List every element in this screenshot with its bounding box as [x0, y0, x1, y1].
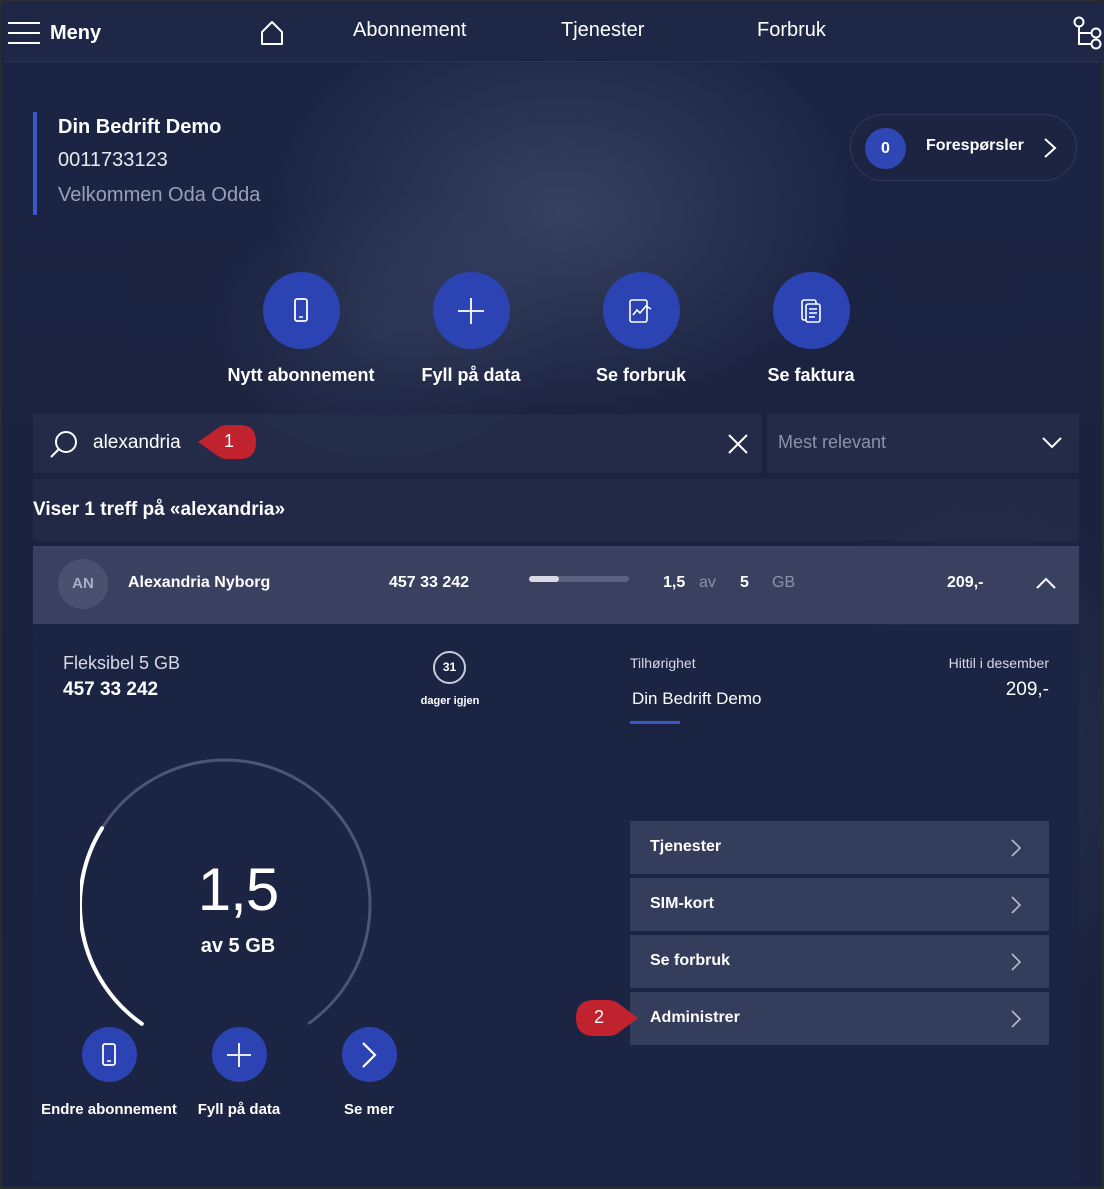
action-label: Fyll på data [197, 1101, 281, 1118]
menu-item-label: Se forbruk [650, 952, 731, 969]
chevron-right-icon [1011, 896, 1022, 914]
phone-icon [102, 1042, 116, 1066]
nav-link-forbruk[interactable]: Forbruk [757, 19, 826, 42]
subscription-detail-panel: Fleksibel 5 GB 457 33 242 31 dager igjen… [33, 625, 1079, 1181]
chevron-right-icon [1044, 138, 1057, 158]
invoice-icon [801, 298, 821, 323]
usage-total: 5 [740, 574, 749, 591]
subscriber-phone: 457 33 242 [389, 574, 470, 591]
sort-selected-value: Mest relevant [778, 432, 887, 452]
action-label: Se mer [343, 1101, 395, 1118]
quick-action-see-invoice[interactable]: Se faktura [711, 272, 911, 386]
menu-item-label: SIM-kort [650, 895, 714, 912]
chevron-up-icon[interactable] [1035, 576, 1057, 590]
usage-used: 1,5 [663, 574, 686, 591]
so-far-label: Hittil i desember [948, 655, 1049, 671]
quick-action-circle [772, 272, 850, 349]
usage-progress-bar [529, 576, 629, 582]
change-subscription-button[interactable]: Endre abonnement [34, 1027, 184, 1122]
sort-dropdown[interactable]: Mest relevant [767, 414, 1079, 473]
requests-button[interactable]: 0 Forespørsler [850, 114, 1077, 181]
chevron-right-icon [1011, 1010, 1022, 1028]
menu-item-administrer[interactable]: Administrer [630, 992, 1049, 1045]
requests-label: Forespørsler [926, 137, 1024, 154]
top-nav: Meny Abonnement Tjenester Forbruk [4, 4, 1104, 62]
search-icon [50, 431, 77, 458]
subscription-row[interactable]: AN Alexandria Nyborg 457 33 242 1,5 av 5… [33, 546, 1079, 624]
quick-action-circle [602, 272, 680, 349]
action-label: Endre abonnement [41, 1101, 177, 1118]
step-marker-number: 2 [594, 1007, 605, 1027]
menu-item-label: Administrer [650, 1009, 740, 1026]
phone-icon [294, 297, 308, 322]
menu-item-sim-kort[interactable]: SIM-kort [630, 878, 1049, 931]
chevron-right-icon [1011, 839, 1022, 857]
home-icon[interactable] [260, 20, 284, 46]
results-header: Viser 1 treff på «alexandria» [33, 479, 1079, 541]
belonging-underline [630, 721, 680, 724]
usage-chart-icon [629, 298, 652, 323]
menu-item-tjenester[interactable]: Tjenester [630, 821, 1049, 874]
days-left-badge: 31 [433, 651, 466, 684]
search-bar [33, 414, 762, 473]
menu-button[interactable]: Meny [8, 16, 101, 50]
plan-phone: 457 33 242 [63, 679, 159, 700]
app-frame: Meny Abonnement Tjenester Forbruk Din Be… [0, 0, 1104, 1189]
menu-label: Meny [50, 21, 102, 44]
days-left-label: dager igjen [420, 695, 480, 707]
chevron-right-icon [1011, 953, 1022, 971]
menu-item-label: Tjenester [650, 838, 722, 855]
plus-icon [458, 297, 484, 324]
gauge-value: 1,5 [197, 856, 279, 923]
plus-icon [227, 1042, 251, 1067]
quick-action-circle [432, 272, 510, 349]
menu-item-se-forbruk[interactable]: Se forbruk [630, 935, 1049, 988]
usage-of-label: av [699, 574, 716, 591]
action-circle [211, 1027, 267, 1082]
top-up-data-button[interactable]: Fyll på data [164, 1027, 314, 1122]
hamburger-icon [8, 20, 40, 46]
close-icon[interactable] [727, 433, 749, 455]
company-name: Din Bedrift Demo [58, 116, 222, 138]
chevron-down-icon [1042, 437, 1062, 449]
avatar: AN [58, 559, 108, 609]
step-marker-1: 1 [198, 425, 258, 459]
action-circle [341, 1027, 397, 1082]
welcome-text: Velkommen Oda Odda [58, 184, 261, 206]
see-more-button[interactable]: Se mer [294, 1027, 444, 1122]
results-count-text: Viser 1 treff på «alexandria» [33, 499, 286, 520]
plan-name: Fleksibel 5 GB [63, 653, 181, 673]
nav-link-abonnement[interactable]: Abonnement [353, 19, 466, 42]
gauge-unit: av 5 GB [200, 935, 276, 957]
marker-shape [576, 1000, 638, 1036]
usage-unit: GB [772, 574, 796, 591]
belonging-value[interactable]: Din Bedrift Demo [632, 689, 761, 709]
quick-action-label: Se faktura [767, 365, 855, 385]
company-info: Din Bedrift Demo 0011733123 Velkommen Od… [33, 112, 260, 215]
belonging-label: Tilhørighet [630, 655, 696, 671]
step-marker-number: 1 [224, 431, 235, 451]
subscription-price: 209,- [947, 574, 984, 591]
action-circle [81, 1027, 137, 1082]
subscription-menu: Tjenester SIM-kort Se forbruk Administre… [630, 821, 1049, 1049]
subscriber-name: Alexandria Nyborg [128, 574, 271, 591]
step-marker-2: 2 [576, 1000, 638, 1036]
quick-action-circle [262, 272, 340, 349]
chevron-right-icon [362, 1041, 377, 1068]
nav-link-tjenester[interactable]: Tjenester [561, 19, 644, 42]
requests-count-badge: 0 [865, 128, 906, 169]
so-far-amount: 209,- [1005, 679, 1049, 700]
org-tree-icon[interactable] [1072, 16, 1102, 50]
company-number: 0011733123 [58, 149, 168, 171]
usage-progress-fill [529, 576, 559, 582]
